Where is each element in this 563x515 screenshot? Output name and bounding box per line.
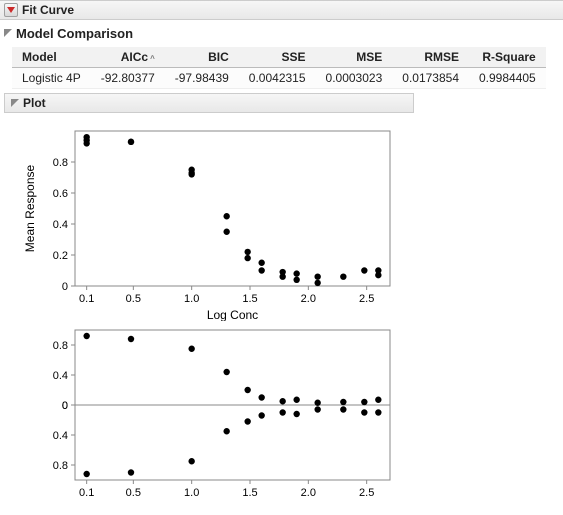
cell-aicc: -92.80377 — [91, 68, 165, 89]
scatter-chart-top: 0 0.2 0.4 0.6 0.8 0.1 0.5 1.0 1.5 2.0 2.5 Log Conc M… — [20, 121, 400, 321]
svg-text:0.8: 0.8 — [53, 340, 68, 352]
svg-text:0.6: 0.6 — [53, 188, 68, 200]
svg-text:0: 0 — [62, 400, 68, 412]
svg-text:0.8: 0.8 — [53, 157, 68, 169]
plot-section-title: Plot — [23, 96, 46, 110]
svg-text:0.5: 0.5 — [126, 293, 141, 305]
svg-text:Mean Response: Mean Response — [23, 164, 37, 252]
model-comparison-title: Model Comparison — [16, 26, 133, 41]
svg-text:2.0: 2.0 — [301, 487, 316, 499]
svg-text:0.4: 0.4 — [53, 219, 68, 231]
col-bic[interactable]: BIC — [165, 47, 239, 68]
svg-text:0.2: 0.2 — [53, 250, 68, 262]
cell-rsquare: 0.9984405 — [469, 68, 546, 89]
sort-ascending-icon: ^ — [150, 54, 155, 63]
svg-text:1.0: 1.0 — [184, 293, 199, 305]
disclosure-triangle-icon[interactable] — [9, 99, 19, 108]
svg-text:2.5: 2.5 — [359, 293, 374, 305]
cell-bic: -97.98439 — [165, 68, 239, 89]
col-aicc[interactable]: AICc^ — [91, 47, 165, 68]
table-row[interactable]: Logistic 4P -92.80377 -97.98439 0.004231… — [12, 68, 546, 89]
svg-text:2.5: 2.5 — [359, 487, 374, 499]
cell-mse: 0.0003023 — [316, 68, 393, 89]
cell-sse: 0.0042315 — [239, 68, 316, 89]
svg-text:0.4: 0.4 — [53, 430, 68, 442]
svg-text:0.4: 0.4 — [53, 370, 68, 382]
panel-title: Fit Curve — [22, 3, 74, 17]
col-model[interactable]: Model — [12, 47, 91, 68]
col-rmse[interactable]: RMSE — [392, 47, 469, 68]
svg-text:0.1: 0.1 — [79, 293, 94, 305]
model-comparison-header: Model Comparison — [0, 24, 563, 43]
cell-model: Logistic 4P — [12, 68, 91, 89]
svg-text:0.8: 0.8 — [53, 460, 68, 472]
table-header-row: Model AICc^ BIC SSE MSE RMSE R-Square — [12, 47, 546, 68]
svg-text:1.5: 1.5 — [242, 487, 257, 499]
col-sse[interactable]: SSE — [239, 47, 316, 68]
svg-text:0: 0 — [62, 281, 68, 293]
svg-text:2.0: 2.0 — [301, 293, 316, 305]
scatter-chart-bottom: 00.40.80.80.400.10.51.01.52.02.5 — [20, 325, 400, 505]
model-comparison-table: Model AICc^ BIC SSE MSE RMSE R-Square Lo… — [12, 47, 546, 89]
disclosure-triangle-icon[interactable] — [2, 29, 12, 38]
svg-text:1.0: 1.0 — [184, 487, 199, 499]
svg-text:1.5: 1.5 — [242, 293, 257, 305]
svg-text:Log Conc: Log Conc — [207, 308, 258, 321]
plot-section-header: Plot — [4, 93, 414, 113]
col-mse[interactable]: MSE — [316, 47, 393, 68]
col-rsquare[interactable]: R-Square — [469, 47, 546, 68]
plot-area: 0 0.2 0.4 0.6 0.8 0.1 0.5 1.0 1.5 2.0 2.5 Log Conc M… — [20, 121, 563, 505]
panel-header: Fit Curve — [0, 0, 563, 20]
svg-text:0.1: 0.1 — [79, 487, 94, 499]
svg-text:0.5: 0.5 — [126, 487, 141, 499]
panel-red-triangle-icon[interactable] — [4, 3, 18, 17]
cell-rmse: 0.0173854 — [392, 68, 469, 89]
